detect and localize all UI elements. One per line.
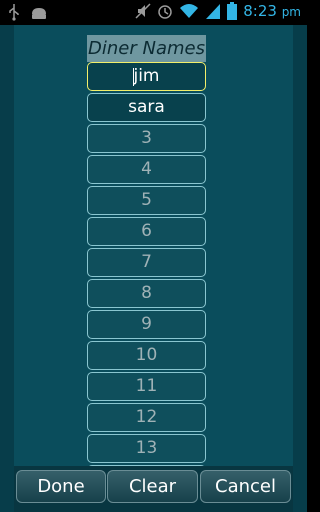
name-field-text: 10 (135, 345, 158, 365)
name-field-text: 7 (141, 252, 152, 272)
button-bar: Done Clear Cancel (14, 466, 293, 512)
wifi-icon (180, 4, 199, 18)
name-field[interactable]: jim (87, 62, 206, 91)
name-field[interactable]: 7 (87, 248, 206, 277)
status-right: 8:23 pm (135, 2, 301, 20)
diner-names-list: jim sara 3 4 5 6 7 8 9 10 11 12 13 (87, 62, 206, 496)
name-field[interactable]: 12 (87, 403, 206, 432)
alarm-icon (158, 5, 172, 19)
name-field[interactable]: 3 (87, 124, 206, 153)
name-field-text: 11 (135, 376, 158, 396)
clock: 8:23 pm (243, 2, 301, 20)
name-field[interactable]: 5 (87, 186, 206, 215)
usb-icon (9, 4, 19, 21)
list-header: Diner Names (87, 35, 206, 62)
android-icon (32, 8, 46, 19)
text-cursor (133, 68, 134, 86)
done-button[interactable]: Done (16, 470, 106, 503)
name-field-text: 5 (141, 190, 152, 210)
name-field-text: jim (133, 66, 160, 86)
name-field[interactable]: 6 (87, 217, 206, 246)
name-field-text: 13 (135, 438, 158, 458)
name-field-text: 6 (141, 221, 152, 241)
name-field-text: 4 (141, 159, 152, 179)
clock-ampm: pm (281, 5, 301, 19)
name-field[interactable]: sara (87, 93, 206, 122)
cancel-button[interactable]: Cancel (200, 470, 291, 503)
status-left (8, 3, 48, 21)
name-field[interactable]: 8 (87, 279, 206, 308)
name-field-text: 9 (141, 314, 152, 334)
name-field-text: 12 (135, 407, 158, 427)
clock-time: 8:23 (243, 2, 277, 20)
app-content: Diner Names jim sara 3 4 5 6 7 8 9 10 11 12 13 Done … (0, 25, 307, 512)
name-field-text: sara (128, 97, 165, 117)
mute-icon (135, 3, 151, 19)
name-field[interactable]: 4 (87, 155, 206, 184)
name-field-text: 3 (141, 128, 152, 148)
name-field-text: 8 (141, 283, 152, 303)
battery-icon (227, 2, 238, 20)
status-bar: 8:23 pm (0, 0, 307, 25)
clear-button[interactable]: Clear (107, 470, 198, 503)
name-field[interactable]: 9 (87, 310, 206, 339)
signal-icon (206, 4, 221, 19)
name-field[interactable]: 10 (87, 341, 206, 370)
name-field[interactable]: 11 (87, 372, 206, 401)
name-field[interactable]: 13 (87, 434, 206, 463)
